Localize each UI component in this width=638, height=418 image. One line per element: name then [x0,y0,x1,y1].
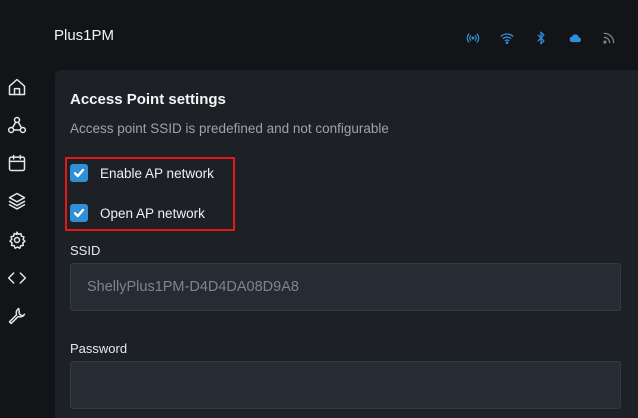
webhooks-icon[interactable] [6,114,28,136]
calendar-icon[interactable] [6,152,28,174]
open-ap-checkbox-row[interactable]: Open AP network [70,204,205,222]
ssid-field[interactable] [70,263,621,311]
ap-settings-panel: Access Point settings Access point SSID … [55,70,638,418]
password-field[interactable] [70,361,621,409]
open-ap-label: Open AP network [100,205,205,221]
enable-ap-label: Enable AP network [100,165,214,181]
sidebar [0,0,34,418]
cloud-icon[interactable] [558,29,592,47]
enable-ap-checkbox[interactable] [70,164,88,182]
code-icon[interactable] [6,267,28,289]
status-icons [456,29,626,47]
ssid-label: SSID [70,243,101,258]
layers-icon[interactable] [6,190,28,212]
enable-ap-checkbox-row[interactable]: Enable AP network [70,164,214,182]
rss-icon[interactable] [592,29,626,47]
wifi-icon[interactable] [490,29,524,47]
panel-subtitle: Access point SSID is predefined and not … [70,121,389,136]
device-title: Plus1PM [54,27,115,44]
top-bar: Plus1PM [34,0,638,68]
gear-icon[interactable] [6,229,28,251]
password-label: Password [70,341,128,356]
open-ap-checkbox[interactable] [70,204,88,222]
check-icon [73,168,85,178]
wrench-icon[interactable] [6,305,28,327]
check-icon [73,208,85,218]
home-icon[interactable] [6,76,28,98]
bluetooth-icon[interactable] [524,29,558,47]
panel-title: Access Point settings [70,91,226,108]
broadcast-icon[interactable] [456,29,490,47]
